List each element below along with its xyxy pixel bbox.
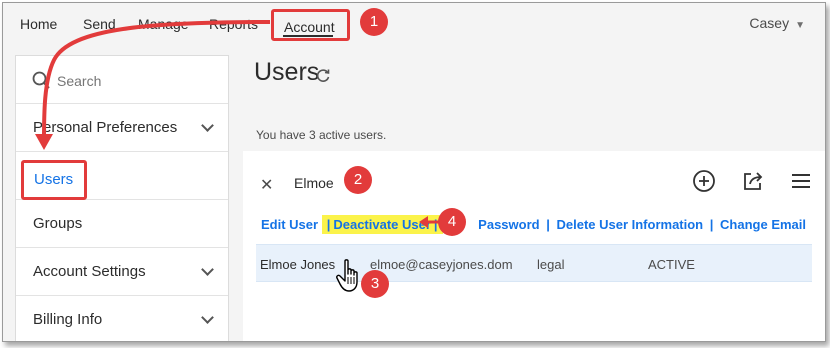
user-name-cell: Elmoe Jones (260, 257, 336, 272)
separator: | (709, 217, 714, 232)
caret-down-icon: ▼ (795, 20, 805, 31)
chevron-down-icon (201, 311, 214, 324)
app-window: Home Send Manage Reports Account Casey ▼ … (2, 2, 826, 342)
page-title: Users (254, 58, 320, 86)
close-icon[interactable]: ✕ (260, 175, 273, 195)
nav-account[interactable]: Account (271, 9, 350, 41)
export-icon[interactable] (741, 169, 765, 193)
sidebar-item-billing-info[interactable]: Billing Info (16, 296, 228, 341)
sidebar-item-label: Groups (33, 215, 83, 232)
nav-manage[interactable]: Manage (138, 16, 189, 32)
filter-value: Elmoe (294, 175, 334, 191)
sidebar-item-users[interactable]: Users (16, 152, 228, 200)
annotation-badge-3: 3 (361, 270, 389, 298)
annotation-badge-1: 1 (360, 8, 388, 36)
sidebar-search[interactable]: Search (16, 56, 228, 104)
sidebar-item-label: Account Settings (33, 263, 146, 280)
separator: | (433, 217, 438, 232)
annotation-badge-4: 4 (438, 208, 466, 236)
annotation-badge-2: 2 (344, 166, 372, 194)
sidebar-item-personal-preferences[interactable]: Personal Preferences (16, 104, 228, 152)
sidebar-item-groups[interactable]: Groups (16, 200, 228, 248)
delete-user-information-link[interactable]: Delete User Information (556, 217, 703, 232)
nav-home[interactable]: Home (20, 16, 57, 32)
sidebar-item-label: Billing Info (33, 311, 103, 328)
user-group-cell: legal (537, 257, 565, 272)
users-highlight-box: Users (21, 160, 87, 200)
deactivate-user-link[interactable]: Deactivate User (333, 217, 431, 232)
deactivate-user-highlight: | Deactivate User | (321, 215, 443, 234)
sidebar-item-label: Personal Preferences (33, 119, 178, 136)
user-menu[interactable]: Casey ▼ (749, 15, 805, 31)
edit-user-link[interactable]: Edit User (261, 217, 318, 232)
sidebar: Search Personal Preferences Users Groups… (15, 55, 229, 341)
chevron-down-icon (201, 119, 214, 132)
separator: | (326, 217, 331, 232)
user-actions-bar: Edit User | Deactivate User | Password | D… (261, 215, 806, 234)
add-user-icon[interactable] (692, 169, 716, 193)
menu-icon[interactable] (789, 169, 813, 193)
nav-send[interactable]: Send (83, 16, 116, 32)
refresh-icon[interactable] (315, 67, 331, 83)
user-name: Casey (749, 15, 790, 31)
nav-active-underline (283, 35, 333, 37)
sidebar-item-account-settings[interactable]: Account Settings (16, 248, 228, 296)
search-icon (32, 71, 50, 89)
separator: | (546, 217, 550, 232)
search-input[interactable]: Search (57, 73, 101, 89)
change-email-link[interactable]: Change Email (720, 217, 806, 232)
sidebar-item-label: Users (34, 171, 74, 188)
active-users-count: You have 3 active users. (256, 128, 387, 142)
user-status-cell: ACTIVE (648, 257, 695, 272)
reset-password-link[interactable]: Password (478, 217, 539, 232)
chevron-down-icon (201, 263, 214, 276)
top-nav: Home Send Manage Reports Account Casey ▼ (3, 3, 825, 43)
nav-account-label: Account (284, 19, 335, 35)
user-email-cell: elmoe@caseyjones.dom (370, 257, 513, 272)
nav-reports[interactable]: Reports (209, 16, 258, 32)
